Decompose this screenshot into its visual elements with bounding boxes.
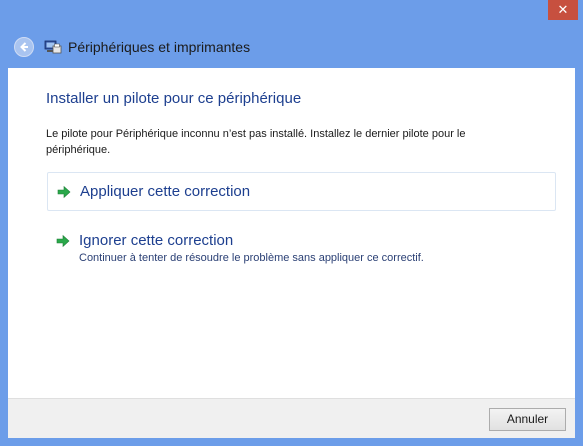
back-button[interactable] (14, 37, 34, 57)
green-arrow-icon (57, 185, 71, 199)
skip-fix-subtitle: Continuer à tenter de résoudre le problè… (79, 252, 424, 264)
apply-fix-text: Appliquer cette correction (80, 183, 250, 201)
green-arrow-icon (56, 234, 70, 248)
apply-fix-title: Appliquer cette correction (80, 183, 251, 200)
footer-bar: Annuler (8, 398, 575, 438)
close-icon: ✕ (557, 2, 569, 17)
description-text: Le pilote pour Périphérique inconnu n’es… (46, 128, 466, 156)
skip-fix-text: Ignorer cette correction Continuer à ten… (79, 232, 424, 266)
skip-fix-option[interactable]: Ignorer cette correction Continuer à ten… (47, 228, 556, 266)
devices-printers-icon (44, 40, 62, 54)
cancel-button[interactable]: Annuler (489, 408, 566, 431)
page-heading: Installer un pilote pour ce périphérique (46, 90, 302, 107)
window-title: Périphériques et imprimantes (68, 39, 251, 55)
apply-fix-option[interactable]: Appliquer cette correction (47, 172, 556, 211)
skip-fix-title: Ignorer cette correction (79, 232, 234, 249)
back-arrow-icon (20, 42, 28, 52)
content-panel: Installer un pilote pour ce périphérique… (8, 68, 575, 398)
header-bar: Périphériques et imprimantes (8, 28, 575, 66)
window-frame: ✕ Périphériques et imprimantes Installer… (0, 0, 583, 446)
close-button[interactable]: ✕ (548, 0, 578, 20)
